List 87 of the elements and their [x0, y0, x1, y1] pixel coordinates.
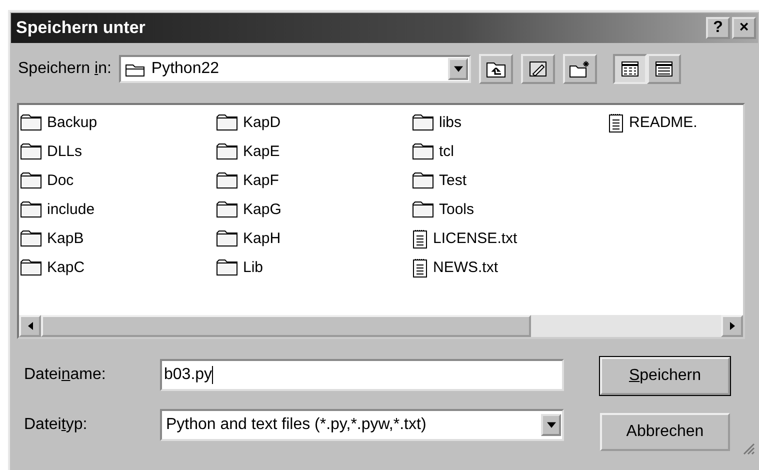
folder-icon	[20, 143, 42, 160]
desktop-button[interactable]	[521, 54, 556, 84]
help-button[interactable]: ?	[706, 17, 730, 39]
file-name: NEWS.txt	[433, 259, 498, 276]
folder-up-icon	[486, 60, 506, 78]
save-button[interactable]: Speichern	[600, 357, 730, 395]
file-name: KapD	[243, 114, 281, 131]
file-item[interactable]: Backup	[20, 108, 216, 137]
file-item[interactable]: KapB	[20, 224, 216, 253]
horizontal-scrollbar[interactable]	[19, 315, 743, 337]
folder-icon	[216, 259, 238, 276]
window-title: Speichern unter	[16, 18, 146, 38]
file-name: KapG	[243, 201, 282, 218]
folder-icon	[412, 143, 434, 160]
field-label: Speichern in:	[18, 60, 112, 78]
folder-icon	[20, 230, 42, 247]
file-item[interactable]: KapD	[216, 108, 412, 137]
scroll-thumb[interactable]	[41, 315, 531, 337]
list-view-button[interactable]	[613, 54, 648, 84]
dropdown-value: Python22	[151, 60, 220, 78]
file-item[interactable]: Tools	[412, 195, 608, 224]
file-item[interactable]: libs	[412, 108, 608, 137]
file-item[interactable]: include	[20, 195, 216, 224]
file-item[interactable]: KapG	[216, 195, 412, 224]
text-file-icon	[412, 258, 428, 278]
file-item[interactable]: README.	[608, 108, 743, 137]
folder-icon	[412, 172, 434, 189]
filetype-dropdown[interactable]: Python and text files (*.py,*.pyw,*.txt)	[160, 409, 564, 441]
file-item[interactable]: KapC	[20, 253, 216, 282]
up-folder-button[interactable]	[479, 54, 514, 84]
dropdown-value: Python and text files (*.py,*.pyw,*.txt)	[166, 416, 428, 434]
scroll-left-button[interactable]	[19, 315, 41, 337]
file-name: include	[47, 201, 95, 218]
scroll-right-button[interactable]	[721, 315, 743, 337]
resize-grip-icon[interactable]	[741, 441, 755, 455]
file-name: Tools	[439, 201, 474, 218]
cancel-button[interactable]: Abbrechen	[600, 413, 730, 451]
file-name: KapH	[243, 230, 281, 247]
file-item[interactable]: DLLs	[20, 137, 216, 166]
file-name: libs	[439, 114, 462, 131]
file-name: Doc	[47, 172, 74, 189]
folder-icon	[216, 143, 238, 160]
text-file-icon	[608, 112, 624, 132]
file-item[interactable]: LICENSE.txt	[412, 224, 608, 253]
new-folder-button[interactable]	[563, 54, 598, 84]
left-arrow-icon	[28, 322, 32, 330]
file-name: Lib	[243, 259, 264, 276]
folder-icon	[20, 201, 42, 218]
file-item[interactable]: KapF	[216, 166, 412, 195]
folder-icon	[20, 172, 42, 189]
field-label: Dateityp:	[24, 416, 88, 434]
folder-icon	[216, 114, 238, 131]
right-arrow-icon	[730, 322, 734, 330]
file-item[interactable]: Lib	[216, 253, 412, 282]
folder-icon	[412, 201, 434, 218]
folder-icon	[216, 230, 238, 247]
folder-icon	[412, 114, 434, 131]
folder-icon	[216, 201, 238, 218]
file-name: Backup	[47, 114, 98, 131]
file-name: KapF	[243, 172, 279, 189]
file-item[interactable]: Doc	[20, 166, 216, 195]
file-name: KapE	[243, 143, 280, 160]
pencil-icon	[528, 60, 548, 78]
file-item[interactable]: NEWS.txt	[412, 253, 608, 282]
list-view-icon	[621, 61, 640, 77]
file-item[interactable]: KapH	[216, 224, 412, 253]
file-name: Test	[439, 172, 467, 189]
file-item[interactable]: KapE	[216, 137, 412, 166]
file-name: tcl	[439, 143, 454, 160]
file-name: DLLs	[47, 143, 82, 160]
folder-icon	[20, 259, 42, 276]
folder-icon	[216, 172, 238, 189]
filename-field[interactable]: b03.py	[160, 359, 564, 391]
details-view-button[interactable]	[647, 54, 682, 84]
close-button[interactable]: ×	[732, 17, 756, 39]
file-name: README.	[629, 114, 698, 131]
file-item[interactable]: Test	[412, 166, 608, 195]
file-name: KapB	[47, 230, 84, 247]
new-folder-icon	[569, 60, 592, 78]
file-name: KapC	[47, 259, 85, 276]
text-file-icon	[412, 228, 428, 248]
file-name: LICENSE.txt	[433, 230, 518, 247]
field-label: Dateiname:	[24, 366, 107, 384]
details-view-icon	[655, 61, 674, 77]
file-item[interactable]: tcl	[412, 137, 608, 166]
folder-icon	[20, 114, 42, 131]
folder-dropdown[interactable]: Python22	[119, 55, 472, 83]
